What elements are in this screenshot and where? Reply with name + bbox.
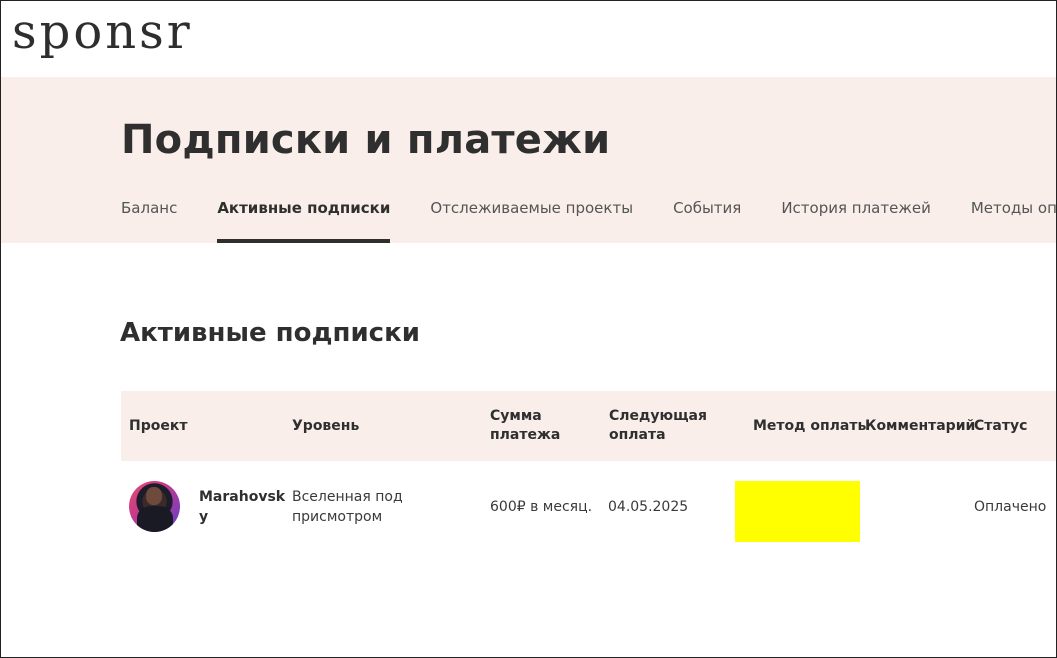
tab-events[interactable]: События bbox=[673, 199, 741, 243]
table-header: Проект Уровень Сумма платежа Следующая о… bbox=[121, 391, 1056, 461]
table-row: Marahovsk y Вселенная под присмотром 600… bbox=[121, 461, 1056, 557]
tab-balance[interactable]: Баланс bbox=[121, 199, 177, 243]
subscription-level-line2: присмотром bbox=[292, 509, 383, 525]
page-title: Подписки и платежи bbox=[121, 117, 611, 163]
project-name-line1: Marahovsk bbox=[199, 489, 286, 505]
column-header-amount-line1: Сумма bbox=[490, 408, 542, 424]
sponsr-logo[interactable]: sponsr bbox=[12, 2, 193, 62]
column-header-next-line2: оплата bbox=[609, 427, 666, 443]
tab-bar: Баланс Активные подписки Отслеживаемые п… bbox=[121, 199, 1057, 243]
project-name-line2: y bbox=[199, 509, 209, 525]
subscription-level: Вселенная под присмотром bbox=[292, 487, 403, 527]
next-payment-date: 04.05.2025 bbox=[608, 499, 689, 515]
column-header-amount: Сумма платежа bbox=[490, 407, 560, 445]
status-badge: Оплачено bbox=[974, 499, 1047, 515]
column-header-payment-method: Метод оплаты bbox=[753, 418, 871, 434]
payment-amount: 600₽ в месяц. bbox=[490, 499, 593, 515]
subscription-level-line1: Вселенная под bbox=[292, 489, 403, 505]
avatar-head-shape bbox=[146, 487, 162, 505]
avatar-body-shape bbox=[137, 506, 173, 532]
column-header-next-payment: Следующая оплата bbox=[609, 407, 707, 445]
project-name-link[interactable]: Marahovsk y bbox=[199, 487, 285, 527]
column-header-status: Статус bbox=[974, 418, 1028, 434]
column-header-amount-line2: платежа bbox=[490, 427, 561, 443]
project-avatar[interactable] bbox=[129, 481, 180, 532]
tab-payment-methods[interactable]: Методы оплаты bbox=[971, 199, 1057, 243]
section-title: Активные подписки bbox=[120, 318, 420, 348]
page-header: Подписки и платежи Баланс Активные подпи… bbox=[1, 77, 1057, 243]
tab-payment-history[interactable]: История платежей bbox=[781, 199, 931, 243]
column-header-comment: Комментарий bbox=[865, 418, 976, 434]
payment-method-redacted bbox=[735, 481, 860, 542]
column-header-project: Проект bbox=[129, 418, 188, 434]
column-header-next-line1: Следующая bbox=[609, 408, 707, 424]
column-header-level: Уровень bbox=[292, 418, 360, 434]
tab-active-subscriptions[interactable]: Активные подписки bbox=[217, 199, 391, 243]
tab-tracked-projects[interactable]: Отслеживаемые проекты bbox=[430, 199, 633, 243]
